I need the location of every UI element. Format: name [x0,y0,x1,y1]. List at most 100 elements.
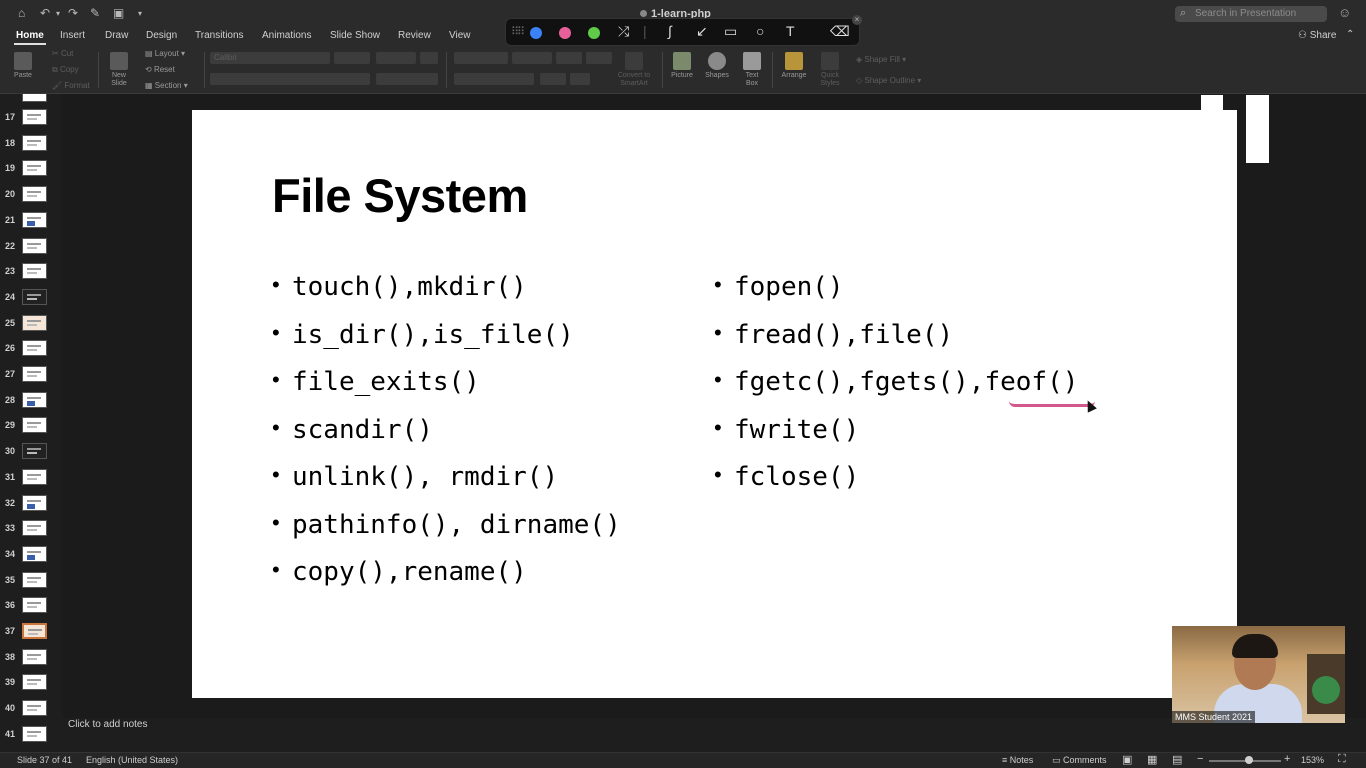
customize-toolbar-icon[interactable]: ▾ [138,9,142,18]
clear-format-button[interactable] [420,52,438,64]
tab-slide-show[interactable]: Slide Show [330,30,380,41]
arrow-line-icon[interactable]: ↙ [696,23,708,40]
bullet-item[interactable]: pathinfo(), dirname() [272,510,621,558]
quick-styles-button[interactable]: Quick Styles [816,52,844,88]
notes-placeholder[interactable]: Click to add notes [68,719,148,730]
pen-color-blue[interactable] [530,27,542,39]
normal-view-icon[interactable]: ▣ [1122,753,1132,766]
bullet-item[interactable]: fread(),file() [714,320,1078,368]
undo-icon[interactable]: ↶ [40,6,50,20]
feedback-smiley-icon[interactable]: ☺ [1338,5,1351,20]
zoom-level[interactable]: 153% [1301,755,1324,765]
close-toolbar-icon[interactable]: × [852,15,862,25]
columns-select[interactable] [586,52,612,64]
save-icon[interactable]: ▣ [113,6,124,20]
slide-sorter-icon[interactable]: ▦ [1147,753,1157,766]
slide-thumbnail[interactable]: 24 [0,287,62,309]
bullet-item[interactable]: fwrite() [714,415,1078,463]
text-box-button[interactable]: Text Box [738,52,766,88]
convert-smartart-button[interactable]: Convert to SmartArt [614,52,654,88]
copy-button[interactable]: ⧉ Copy [52,65,79,75]
edit-icon[interactable]: ✎ [90,6,100,20]
new-slide-button[interactable]: New Slide [106,52,132,88]
font-name-select[interactable]: Calibri [210,52,330,64]
shapes-button[interactable]: Shapes [703,52,731,80]
text-tool-icon[interactable]: T [786,23,795,39]
paste-button[interactable]: Paste [10,52,36,80]
align-text-select[interactable] [570,73,590,85]
fit-to-window-icon[interactable]: ⛶ [1338,753,1346,766]
slide-thumbnail[interactable]: 39 [0,672,62,694]
left-bullet-list[interactable]: touch(),mkdir()is_dir(),is_file()file_ex… [272,272,621,605]
tab-transitions[interactable]: Transitions [195,30,244,41]
section-button[interactable]: ▦ Section ▾ [145,81,188,90]
tab-animations[interactable]: Animations [262,30,311,41]
reading-view-icon[interactable]: ▤ [1172,753,1182,766]
slide-thumbnail[interactable]: 38 [0,647,62,669]
slide-thumbnail[interactable]: 19 [0,158,62,180]
shape-outline-button[interactable]: ◇ Shape Outline ▾ [856,76,921,85]
slide-thumbnail[interactable]: 41 [0,724,62,746]
zoom-out-icon[interactable]: − [1197,753,1203,765]
curve-line-icon[interactable]: ∫ [668,23,672,39]
slide-thumbnail[interactable]: 20 [0,184,62,206]
bullet-item[interactable]: touch(),mkdir() [272,272,621,320]
search-input[interactable]: ⌕ Search in Presentation [1175,6,1327,22]
bullet-item[interactable]: fgetc(),fgets(),feof() [714,367,1078,415]
zoom-in-icon[interactable]: + [1284,753,1290,765]
font-color-buttons[interactable] [376,73,438,85]
font-grow-shrink[interactable] [376,52,416,64]
slide-thumbnail[interactable]: 35 [0,570,62,592]
bullets-select[interactable] [454,52,508,64]
bullet-item[interactable]: scandir() [272,415,621,463]
bullet-item[interactable]: fclose() [714,462,1078,510]
slide-thumbnail[interactable]: 17 [0,107,62,129]
comments-button[interactable]: ▭ Comments [1052,755,1107,766]
circle-icon[interactable]: ○ [756,23,764,39]
pen-color-pink[interactable] [559,27,571,39]
slide-thumbnail[interactable]: 21 [0,210,62,232]
font-style-buttons[interactable] [210,73,370,85]
bullet-item[interactable]: unlink(), rmdir() [272,462,621,510]
zoom-slider-handle[interactable] [1245,756,1253,764]
tab-insert[interactable]: Insert [60,30,85,41]
tab-design[interactable]: Design [146,30,177,41]
slide-thumbnail[interactable]: 22 [0,236,62,258]
bullet-item[interactable]: file_exits() [272,367,621,415]
text-direction-select[interactable] [540,73,566,85]
bullet-item[interactable]: fopen() [714,272,1078,320]
shape-fill-button[interactable]: ◈ Shape Fill ▾ [856,55,906,64]
slide-thumbnail[interactable]: 23 [0,261,62,283]
slide-thumbnail[interactable]: 33 [0,518,62,540]
undo-dropdown-icon[interactable]: ▾ [56,9,60,18]
drag-handle-icon[interactable]: ⠿⠿ [511,25,525,38]
slide-thumbnail[interactable]: 25 [0,313,62,335]
rectangle-icon[interactable]: ▭ [724,23,737,40]
collapse-ribbon-icon[interactable]: ⌃ [1346,29,1354,40]
slide-thumbnail[interactable]: 18 [0,133,62,155]
shuffle-icon[interactable]: ⤮ [618,23,629,40]
notes-button[interactable]: ≡ Notes [1002,755,1033,765]
slide-title[interactable]: File System [272,168,528,223]
tab-view[interactable]: View [449,30,471,41]
slide[interactable]: File System touch(),mkdir()is_dir(),is_f… [192,110,1237,698]
slide-thumbnail[interactable]: 31 [0,467,62,489]
slide-thumbnail[interactable]: 37 [0,621,62,643]
reset-button[interactable]: ⟲ Reset [145,65,175,74]
tab-home[interactable]: Home [14,30,46,45]
home-icon[interactable]: ⌂ [18,6,25,20]
bullet-item[interactable]: copy(),rename() [272,557,621,605]
slide-thumbnail[interactable]: 40 [0,698,62,720]
right-bullet-list[interactable]: fopen()fread(),file()fgetc(),fgets(),feo… [714,272,1078,510]
slide-thumbnail[interactable]: 30 [0,441,62,463]
language-indicator[interactable]: English (United States) [86,755,178,765]
tab-review[interactable]: Review [398,30,431,41]
align-buttons[interactable] [454,73,534,85]
picture-button[interactable]: Picture [668,52,696,80]
eraser-icon[interactable]: ⌫ [830,23,850,40]
font-size-select[interactable] [334,52,370,64]
cut-button[interactable]: ✂ Cut [52,49,73,58]
slide-thumbnail[interactable]: 28 [0,390,62,412]
tab-draw[interactable]: Draw [105,30,128,41]
line-spacing-select[interactable] [556,52,582,64]
